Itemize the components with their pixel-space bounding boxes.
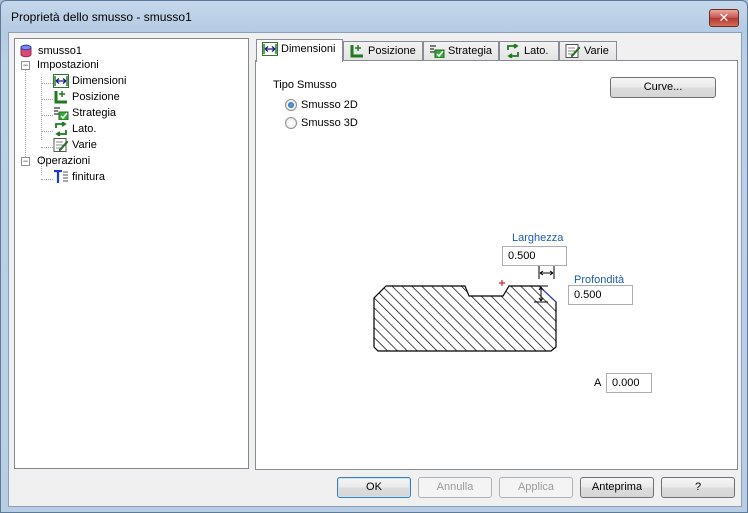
tab-label: Varie <box>584 45 609 58</box>
help-button[interactable]: ? <box>661 477 735 498</box>
tree-item-label: smusso1 <box>38 45 83 58</box>
dimension-arrows-icon <box>53 74 69 89</box>
anteprima-button[interactable]: Anteprima <box>580 477 654 498</box>
tree-item-posizione[interactable]: Posizione <box>53 89 120 105</box>
annulla-button[interactable]: Annulla <box>418 477 492 498</box>
tab-label: Posizione <box>368 45 416 58</box>
tab-varie[interactable]: Varie <box>559 41 617 61</box>
applica-button[interactable]: Applica <box>499 477 573 498</box>
dialog-client-area: smusso1 − Impostazioni Dimensioni Posizi… <box>8 32 742 507</box>
strategy-icon <box>53 106 69 121</box>
tree-item-label: Impostazioni <box>37 59 99 72</box>
tree-item-impostazioni[interactable]: Impostazioni <box>37 57 99 73</box>
profondita-input[interactable]: 0.500 <box>568 285 633 305</box>
tree-item-label: finitura <box>72 171 106 184</box>
side-swap-icon <box>53 121 69 137</box>
larghezza-label: Larghezza <box>512 232 564 244</box>
tree-item-label: Posizione <box>72 91 120 104</box>
a-label: A <box>594 377 602 389</box>
tree-guide-line <box>25 61 26 165</box>
tree-item-dimensioni[interactable]: Dimensioni <box>53 73 126 89</box>
tree-guide-line <box>41 147 53 148</box>
tab-posizione[interactable]: Posizione <box>343 41 423 61</box>
notes-icon <box>53 138 69 153</box>
tree-item-label: Dimensioni <box>72 75 127 88</box>
tree-item-operazioni[interactable]: Operazioni <box>37 153 90 169</box>
strategy-icon <box>429 44 445 59</box>
dialog-window: Proprietà dello smusso - smusso1 ✕ smuss… <box>0 0 748 513</box>
curve-button[interactable]: Curve... <box>610 77 716 98</box>
tree-item-label: Lato. <box>72 123 97 136</box>
tab-label: Lato. <box>524 45 549 58</box>
tree-guide-line <box>41 115 53 116</box>
tree-item-label: Operazioni <box>37 155 91 168</box>
dimensioni-panel: Tipo Smusso Smusso 2D Smusso 3D Curve... <box>255 60 738 470</box>
tab-lato[interactable]: Lato. <box>499 41 559 61</box>
smusso-2d-label[interactable]: Smusso 2D <box>301 99 358 111</box>
tab-strategia[interactable]: Strategia <box>423 41 499 61</box>
dimension-arrows-icon <box>262 42 278 57</box>
tipo-smusso-label: Tipo Smusso <box>273 79 337 91</box>
tree-guide-line <box>41 99 53 100</box>
smusso-3d-radio[interactable] <box>285 117 297 129</box>
position-icon <box>349 44 365 58</box>
close-button[interactable]: ✕ <box>709 9 739 27</box>
collapse-icon[interactable]: − <box>21 157 30 166</box>
database-icon <box>19 44 35 58</box>
tree-guide-line <box>41 179 53 180</box>
a-input[interactable]: 0.000 <box>606 373 652 393</box>
tab-label: Dimensioni <box>281 43 336 56</box>
tree-guide-line <box>41 83 53 84</box>
settings-tree[interactable]: smusso1 − Impostazioni Dimensioni Posizi… <box>14 38 249 469</box>
collapse-icon[interactable]: − <box>21 61 30 70</box>
tree-item-finitura[interactable]: finitura <box>53 169 105 185</box>
tree-item-label: Varie <box>72 139 97 152</box>
side-swap-icon <box>505 43 521 59</box>
tab-dimensioni[interactable]: Dimensioni <box>256 39 343 62</box>
smusso-3d-label[interactable]: Smusso 3D <box>301 117 358 129</box>
tree-item-strategia[interactable]: Strategia <box>53 105 116 121</box>
tool-icon <box>53 169 69 184</box>
tree-item-label: Strategia <box>72 107 117 120</box>
tree-item-varie[interactable]: Varie <box>53 137 97 153</box>
notes-icon <box>565 44 581 59</box>
larghezza-input[interactable]: 0.500 <box>502 246 567 266</box>
smusso-2d-radio[interactable] <box>285 99 297 111</box>
position-icon <box>53 90 69 104</box>
ok-button[interactable]: OK <box>337 477 411 498</box>
window-title: Proprietà dello smusso - smusso1 <box>11 10 192 24</box>
tab-label: Strategia <box>448 45 493 58</box>
tree-item-lato[interactable]: Lato. <box>53 121 96 137</box>
tree-guide-line <box>41 131 53 132</box>
title-bar[interactable]: Proprietà dello smusso - smusso1 ✕ <box>1 1 747 31</box>
